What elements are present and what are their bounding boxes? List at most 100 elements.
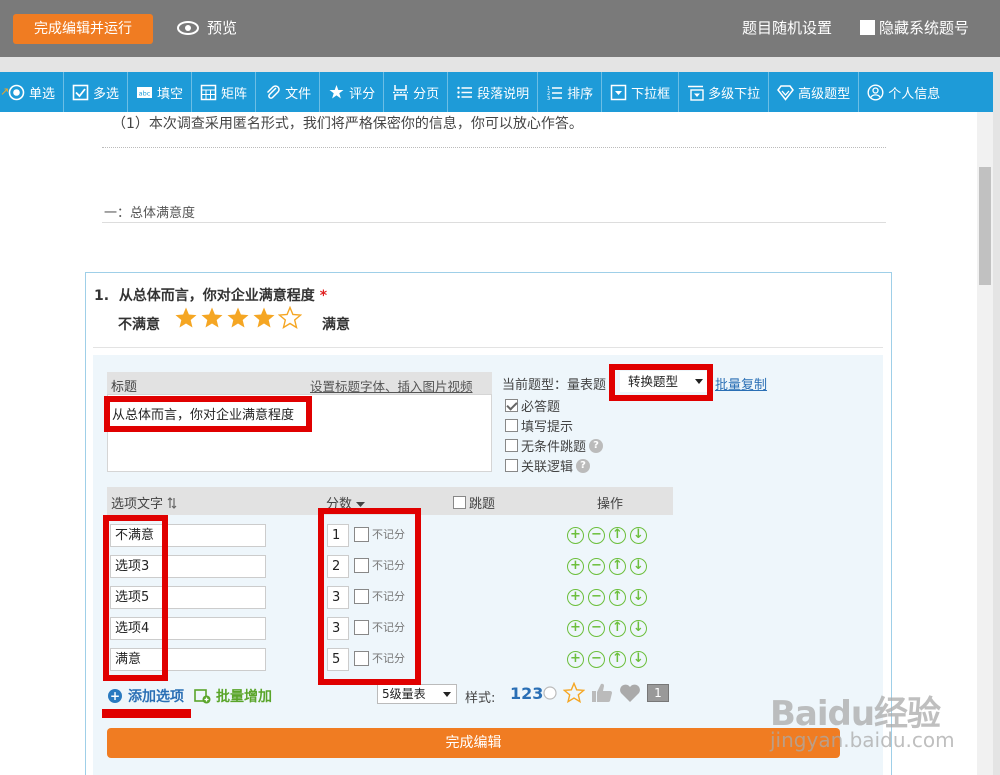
hide-system-id-checkbox[interactable] [860, 20, 875, 35]
no-score-toggle[interactable]: 不记分 [354, 526, 405, 542]
star-filled-icon[interactable] [252, 306, 276, 330]
tool-paragraph[interactable]: 段落说明 [448, 72, 539, 112]
option-text-input[interactable]: 选项3 [110, 555, 266, 578]
vertical-scrollbar[interactable] [977, 112, 993, 775]
related-logic-checkbox[interactable] [505, 459, 518, 472]
tool-multi-dropdown[interactable]: 多级下拉 [679, 72, 770, 112]
move-down-icon[interactable]: ↓ [630, 558, 647, 575]
no-score-checkbox[interactable] [354, 619, 369, 635]
no-score-toggle[interactable]: 不记分 [354, 557, 405, 573]
help-icon[interactable]: ? [589, 438, 604, 453]
move-up-icon[interactable]: ↑ [609, 620, 626, 637]
row-operations: + − ↑ ↓ [567, 527, 647, 544]
add-option-button[interactable]: + 添加选项 [108, 686, 184, 706]
move-down-icon[interactable]: ↓ [630, 651, 647, 668]
finish-edit-button[interactable]: 完成编辑 [107, 728, 840, 758]
tool-single-choice[interactable]: 单选 [0, 72, 65, 112]
convert-type-select[interactable]: 转换题型 [620, 371, 708, 392]
jump-header[interactable]: 跳题 [453, 493, 495, 512]
add-row-icon[interactable]: + [567, 620, 584, 637]
move-up-icon[interactable]: ↑ [609, 651, 626, 668]
tool-rating[interactable]: 评分 [320, 72, 385, 112]
number-style-option[interactable]: 1 [647, 684, 669, 702]
tool-multi-choice[interactable]: 多选 [64, 72, 129, 112]
remove-row-icon[interactable]: − [588, 589, 605, 606]
move-down-icon[interactable]: ↓ [630, 620, 647, 637]
scrollbar-thumb[interactable] [979, 167, 991, 285]
tool-sort[interactable]: 123 排序 [538, 72, 603, 112]
no-score-toggle[interactable]: 不记分 [354, 650, 405, 666]
batch-add-button[interactable]: 批量增加 [194, 686, 272, 706]
add-row-icon[interactable]: + [567, 589, 584, 606]
tool-file[interactable]: 文件 [256, 72, 321, 112]
tool-label: 个人信息 [888, 86, 941, 102]
move-up-icon[interactable]: ↑ [609, 558, 626, 575]
score-input[interactable]: 3 [327, 617, 349, 640]
no-score-checkbox[interactable] [354, 526, 369, 542]
required-toggle[interactable]: 必答题 [505, 396, 560, 415]
move-up-icon[interactable]: ↑ [609, 589, 626, 606]
required-label: 必答题 [521, 400, 561, 415]
circle-style-icon[interactable] [543, 686, 557, 700]
score-input[interactable]: 1 [327, 524, 349, 547]
star-empty-icon[interactable] [278, 306, 302, 330]
no-score-checkbox[interactable] [354, 557, 369, 573]
tool-page-break[interactable]: 分页 [384, 72, 449, 112]
option-text-input[interactable]: 选项4 [110, 617, 266, 640]
star-filled-icon[interactable] [226, 306, 250, 330]
move-down-icon[interactable]: ↓ [630, 589, 647, 606]
tool-dropdown[interactable]: 下拉框 [602, 72, 680, 112]
help-icon[interactable]: ? [576, 458, 591, 473]
no-score-checkbox[interactable] [354, 650, 369, 666]
thumbs-up-icon[interactable] [591, 683, 613, 703]
sort-arrows-icon[interactable] [167, 497, 177, 509]
fill-hint-toggle[interactable]: 填写提示 [505, 416, 573, 435]
no-score-toggle[interactable]: 不记分 [354, 588, 405, 604]
rating-stars[interactable] [174, 306, 302, 330]
score-input[interactable]: 2 [327, 555, 349, 578]
unconditional-jump-toggle[interactable]: 无条件跳题 ? [505, 436, 604, 455]
preview-button[interactable]: 预览 [176, 17, 237, 38]
tool-matrix[interactable]: 矩阵 [192, 72, 257, 112]
star-filled-icon[interactable] [200, 306, 224, 330]
option-text-input[interactable]: 选项5 [110, 586, 266, 609]
required-checkbox[interactable] [505, 399, 518, 412]
remove-row-icon[interactable]: − [588, 620, 605, 637]
unconditional-jump-checkbox[interactable] [505, 439, 518, 452]
remove-row-icon[interactable]: − [588, 527, 605, 544]
hide-system-id-toggle[interactable]: 隐藏系统题号 [860, 17, 969, 38]
multi-dropdown-icon [688, 85, 704, 101]
score-input[interactable]: 5 [327, 648, 349, 671]
tool-advanced[interactable]: 高级题型 [769, 72, 860, 112]
move-down-icon[interactable]: ↓ [630, 527, 647, 544]
sort-icon: 123 [547, 86, 563, 101]
option-text-input[interactable]: 不满意 [110, 524, 266, 547]
random-setting-link[interactable]: 题目随机设置 [742, 17, 832, 38]
question-type-toolbar: 单选 多选 abc 填空 矩阵 文件 评分 分页 段落说明 123 排序 下拉框… [0, 72, 993, 112]
tool-fill-blank[interactable]: abc 填空 [128, 72, 193, 112]
related-logic-toggle[interactable]: 关联逻辑 ? [505, 456, 591, 475]
star-style-icon[interactable] [563, 682, 585, 704]
option-text-input[interactable]: 满意 [110, 648, 266, 671]
tool-personal-info[interactable]: 个人信息 [859, 72, 948, 112]
style-number-option[interactable]: 123 [510, 684, 543, 703]
star-filled-icon[interactable] [174, 306, 198, 330]
add-row-icon[interactable]: + [567, 527, 584, 544]
add-row-icon[interactable]: + [567, 651, 584, 668]
set-title-font-link[interactable]: 设置标题字体、插入图片视频 [310, 376, 473, 395]
score-header[interactable]: 分数 [326, 493, 366, 512]
option-text-header[interactable]: 选项文字 [111, 493, 177, 512]
add-row-icon[interactable]: + [567, 558, 584, 575]
jump-checkbox[interactable] [453, 496, 466, 509]
fill-hint-checkbox[interactable] [505, 419, 518, 432]
scale-level-select[interactable]: 5级量表 [377, 684, 457, 704]
score-input[interactable]: 3 [327, 586, 349, 609]
remove-row-icon[interactable]: − [588, 651, 605, 668]
heart-icon[interactable] [619, 684, 641, 703]
no-score-toggle[interactable]: 不记分 [354, 619, 405, 635]
no-score-checkbox[interactable] [354, 588, 369, 604]
batch-copy-link[interactable]: 批量复制 [715, 374, 767, 393]
move-up-icon[interactable]: ↑ [609, 527, 626, 544]
remove-row-icon[interactable]: − [588, 558, 605, 575]
finish-and-run-button[interactable]: 完成编辑并运行 [13, 14, 153, 44]
